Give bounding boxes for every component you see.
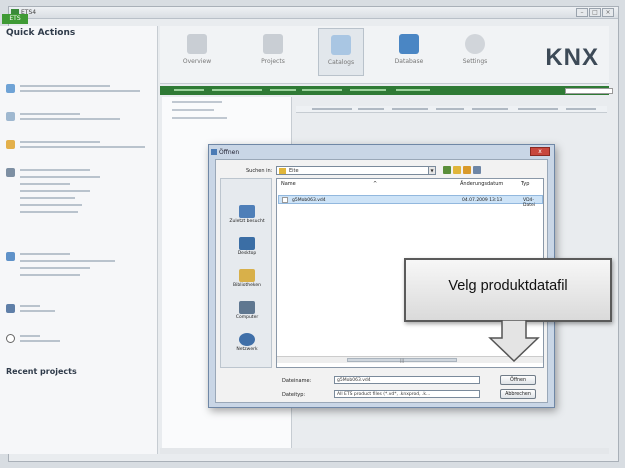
filetype-label: Dateityp: bbox=[282, 392, 306, 398]
catalog-ribbon bbox=[160, 86, 609, 95]
up-folder-icon[interactable] bbox=[453, 166, 461, 174]
minimize-button[interactable]: – bbox=[576, 8, 588, 17]
settings-button[interactable]: Settings bbox=[452, 28, 498, 76]
filetype-select[interactable]: All ETS product files (*.vd*, .knxprod, … bbox=[334, 390, 480, 398]
new-folder-icon[interactable] bbox=[463, 166, 471, 174]
catalog-column-headers bbox=[296, 106, 607, 113]
dialog-icon bbox=[211, 149, 217, 155]
file-name: g5Mob063.vd4 bbox=[292, 198, 326, 203]
network-icon bbox=[239, 333, 255, 346]
file-type: VD4-Datei bbox=[523, 198, 536, 208]
close-window-button[interactable]: × bbox=[602, 8, 614, 17]
sort-arrow-icon: ^ bbox=[373, 181, 378, 187]
folder-icon bbox=[279, 168, 286, 174]
database-icon bbox=[399, 34, 419, 54]
recent-places-icon bbox=[239, 205, 255, 218]
scrollbar-thumb[interactable]: ||| bbox=[347, 358, 457, 363]
overview-button[interactable]: Overview bbox=[174, 28, 220, 76]
dialog-close-button[interactable]: x bbox=[530, 147, 550, 156]
projects-icon bbox=[263, 34, 283, 54]
place-computer[interactable]: Computer bbox=[227, 301, 267, 320]
main-toolbar: Overview Projects Catalogs Database Sett… bbox=[160, 26, 609, 84]
search-input[interactable] bbox=[565, 88, 613, 94]
gear-icon bbox=[465, 34, 485, 54]
column-name[interactable]: Name bbox=[281, 181, 296, 187]
title-bar: ETS4 – □ × bbox=[9, 7, 618, 19]
database-button[interactable]: Database bbox=[386, 28, 432, 76]
place-recent[interactable]: Zuletzt besucht bbox=[227, 205, 267, 224]
diagnostics-icon bbox=[6, 168, 15, 177]
look-in-select[interactable]: Eite ▼ bbox=[276, 166, 436, 175]
place-network[interactable]: Netzwerk bbox=[227, 333, 267, 352]
exit-icon bbox=[6, 334, 15, 343]
callout-box: Velg produktdatafil bbox=[404, 258, 612, 322]
help-icon bbox=[6, 304, 15, 313]
filename-field[interactable]: g5Mob063.vd4 bbox=[334, 376, 480, 384]
catalog-icon bbox=[6, 252, 15, 261]
knx-logo: KNX bbox=[545, 44, 599, 71]
maximize-button[interactable]: □ bbox=[589, 8, 601, 17]
catalogs-icon bbox=[331, 35, 351, 55]
recent-projects-title: Recent projects bbox=[6, 367, 77, 376]
file-icon bbox=[282, 197, 288, 203]
cancel-button[interactable]: Abbrechen bbox=[500, 389, 536, 399]
status-bar bbox=[160, 448, 609, 454]
catalogs-button[interactable]: Catalogs bbox=[318, 28, 364, 76]
info-icon bbox=[6, 84, 15, 93]
down-arrow-icon bbox=[488, 320, 540, 362]
place-libraries[interactable]: Bibliotheken bbox=[227, 269, 267, 288]
open-button[interactable]: Öffnen bbox=[500, 375, 536, 385]
file-date: 04.07.2009 13:13 bbox=[462, 198, 503, 203]
column-date[interactable]: Änderungsdatum bbox=[460, 181, 503, 187]
projects-button[interactable]: Projects bbox=[250, 28, 296, 76]
file-row[interactable]: g5Mob063.vd4 04.07.2009 13:13 VD4-Datei bbox=[278, 195, 543, 208]
ets-tab[interactable]: ETS bbox=[2, 14, 28, 24]
overview-icon bbox=[187, 34, 207, 54]
dialog-title: Öffnen bbox=[219, 149, 240, 156]
filename-label: Dateiname: bbox=[282, 378, 312, 384]
view-menu-icon[interactable] bbox=[473, 166, 481, 174]
desktop-icon bbox=[239, 237, 255, 250]
column-type[interactable]: Typ bbox=[521, 181, 529, 187]
places-bar: Zuletzt besucht Desktop Bibliotheken Com… bbox=[220, 178, 272, 368]
library-icon bbox=[239, 269, 255, 282]
import-icon bbox=[6, 140, 15, 149]
window-controls: – □ × bbox=[576, 8, 614, 17]
chevron-down-icon[interactable]: ▼ bbox=[428, 167, 435, 174]
computer-icon bbox=[239, 301, 255, 314]
back-icon[interactable] bbox=[443, 166, 451, 174]
look-in-label: Suchen in: bbox=[246, 168, 273, 174]
dialog-nav-toolbar bbox=[443, 166, 481, 174]
quick-actions-title: Quick Actions bbox=[6, 28, 76, 38]
place-desktop[interactable]: Desktop bbox=[227, 237, 267, 256]
callout-text: Velg produktdatafil bbox=[448, 278, 568, 294]
new-project-icon bbox=[6, 112, 15, 121]
